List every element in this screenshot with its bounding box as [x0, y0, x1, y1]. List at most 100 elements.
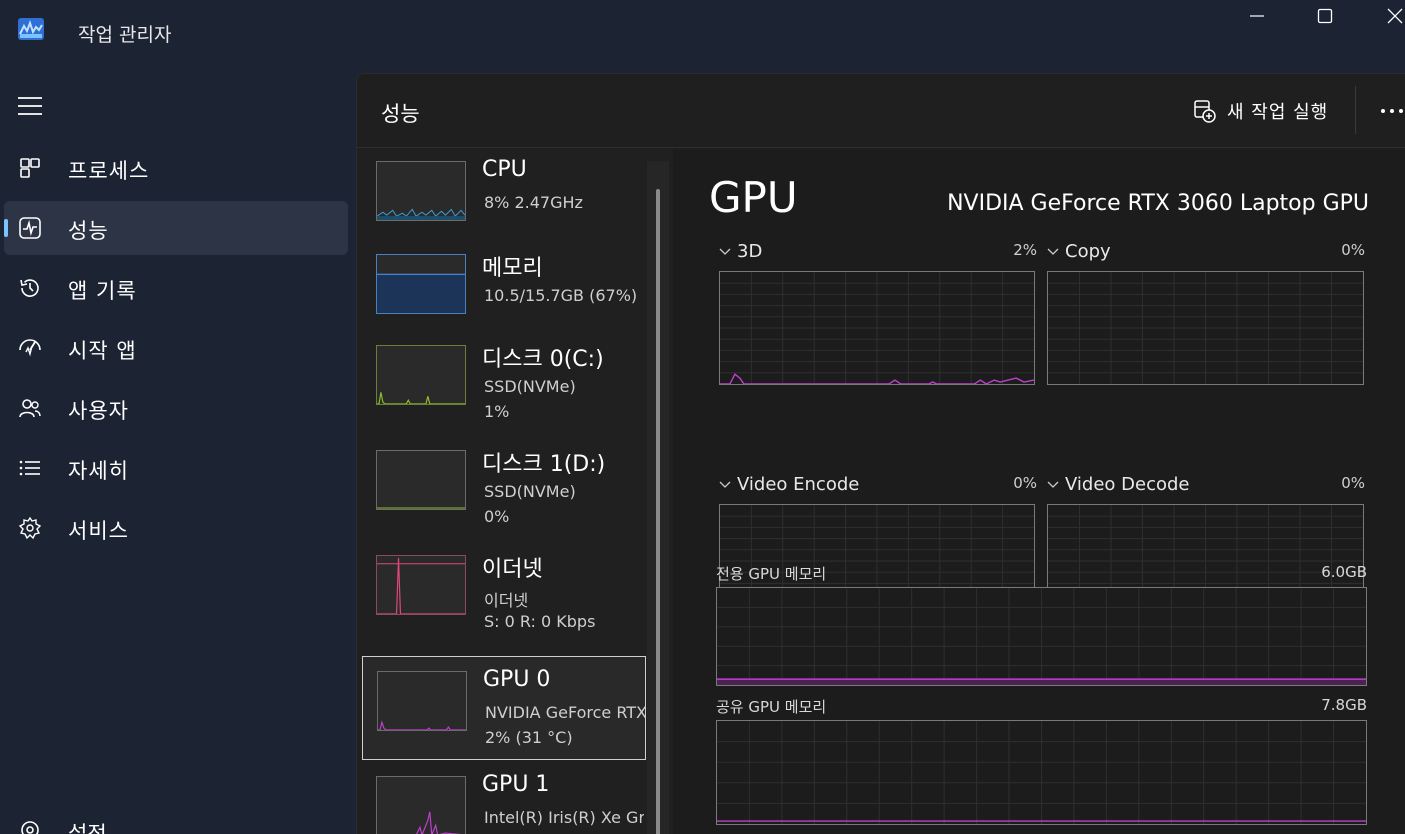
sidebar-item-processes[interactable]: 프로세스: [4, 141, 348, 195]
sidebar-item-label: 자세히: [68, 459, 129, 483]
resource-usage: 2% (31 °C): [485, 728, 573, 747]
engine-label: Video Encode: [737, 474, 860, 495]
settings-gear-icon[interactable]: [18, 818, 42, 834]
close-button[interactable]: [1372, 0, 1405, 32]
sidebar-item-performance[interactable]: 성능: [4, 201, 348, 255]
sidebar-item-details[interactable]: 자세히: [4, 441, 348, 495]
engine-label: Video Decode: [1065, 474, 1190, 495]
resource-subtitle: Intel(R) Iris(R) Xe Graphics: [484, 808, 644, 827]
resource-subtitle: SSD(NVMe): [484, 377, 576, 396]
sidebar-item-label: 성능: [68, 219, 109, 243]
services-icon: [18, 516, 42, 540]
title-bar: 작업 관리자: [0, 0, 1405, 64]
history-icon: [20, 279, 39, 297]
resource-title: 메모리: [482, 256, 543, 281]
resource-title: 디스크 1(D:): [482, 452, 606, 477]
list-scrollbar[interactable]: [647, 161, 669, 834]
chevron-down-icon: [1047, 248, 1059, 255]
resource-list: CPU 8% 2.47GHz 메모리 10.5/15.7GB (67%) 디스크…: [357, 149, 673, 834]
disk0-thumbnail-graph: [376, 345, 466, 405]
engine-selector-3d[interactable]: 3D: [719, 241, 762, 262]
header-bar: 성능 새 작업 실행: [357, 74, 1405, 148]
engine-selector-copy[interactable]: Copy: [1047, 241, 1111, 262]
active-indicator: [4, 219, 8, 237]
engine-value: 0%: [1341, 474, 1365, 492]
startup-icon: [19, 339, 41, 357]
engine-selector-video-decode[interactable]: Video Decode: [1047, 474, 1190, 495]
sidebar-item-label: 프로세스: [68, 159, 150, 183]
resource-item-disk0[interactable]: 디스크 0(C:) SSD(NVMe) 1%: [362, 331, 646, 435]
resource-title: GPU 0: [483, 667, 551, 692]
page-title: 성능: [381, 102, 420, 126]
chevron-down-icon: [1047, 481, 1059, 488]
memory-thumbnail-graph: [376, 254, 466, 314]
scrollbar-thumb[interactable]: [656, 189, 660, 834]
resource-subtitle: SSD(NVMe): [484, 482, 576, 501]
new-task-icon: [1194, 100, 1216, 123]
dedicated-memory-label: 전용 GPU 메모리: [716, 565, 827, 583]
gpu0-thumbnail-graph: [377, 671, 467, 731]
resource-subtitle: 이더넷: [484, 591, 529, 610]
shared-memory-value: 7.8GB: [1321, 696, 1367, 714]
resource-title: 이더넷: [482, 557, 543, 582]
dedicated-memory-value: 6.0GB: [1321, 563, 1367, 581]
engine-value: 0%: [1341, 241, 1365, 259]
resource-item-disk1[interactable]: 디스크 1(D:) SSD(NVMe) 0%: [362, 436, 646, 540]
disk1-thumbnail-graph: [376, 450, 466, 510]
chevron-down-icon: [719, 248, 731, 255]
resource-usage: S: 0 R: 0 Kbps: [484, 612, 596, 631]
users-icon: [19, 399, 41, 418]
more-options-icon[interactable]: [1377, 98, 1405, 124]
sidebar-item-users[interactable]: 사용자: [4, 381, 348, 435]
engine-graph-copy: [1047, 271, 1364, 385]
maximize-button[interactable]: [1302, 0, 1348, 32]
sidebar-item-services[interactable]: 서비스: [4, 501, 348, 555]
window-title: 작업 관리자: [78, 24, 172, 46]
resource-item-gpu0[interactable]: GPU 0 NVIDIA GeForce RTX 3060 Laptop GPU…: [362, 656, 646, 760]
close-icon: [1387, 8, 1403, 24]
run-new-task-button[interactable]: 새 작업 실행: [1193, 96, 1328, 126]
task-manager-icon: [18, 18, 44, 40]
cpu-thumbnail-graph: [376, 161, 466, 221]
resource-subtitle: 10.5/15.7GB (67%): [484, 286, 638, 305]
shared-memory-graph: [716, 720, 1367, 825]
toolbar-divider: [1355, 86, 1356, 134]
processes-icon: [20, 158, 40, 178]
chevron-down-icon: [719, 481, 731, 488]
sidebar-item-label: 앱 기록: [68, 279, 137, 303]
resource-title: CPU: [482, 157, 527, 182]
resource-usage: 1%: [484, 402, 510, 421]
resource-item-cpu[interactable]: CPU 8% 2.47GHz: [362, 149, 646, 251]
gpu1-thumbnail-graph: [376, 776, 466, 834]
dedicated-memory-graph: [716, 587, 1367, 686]
gpu-device-name: NVIDIA GeForce RTX 3060 Laptop GPU: [947, 191, 1369, 216]
engine-graph-3d: [719, 271, 1035, 385]
hamburger-icon[interactable]: [18, 96, 42, 116]
sidebar-item-label: 시작 앱: [68, 339, 137, 363]
sidebar-item-startup[interactable]: 시작 앱: [4, 321, 348, 375]
engine-selector-video-encode[interactable]: Video Encode: [719, 474, 859, 495]
resource-item-memory[interactable]: 메모리 10.5/15.7GB (67%): [362, 240, 646, 344]
engine-label: 3D: [737, 241, 763, 262]
settings-label[interactable]: 설정: [68, 818, 107, 834]
minimize-icon: [1250, 15, 1264, 17]
performance-icon: [19, 217, 41, 239]
details-icon: [19, 460, 40, 476]
run-new-task-label: 새 작업 실행: [1227, 102, 1329, 123]
content-panel: 성능 새 작업 실행 CPU 8% 2.47GHz 메모리 10.5/15.7G…: [356, 73, 1405, 834]
sidebar-item-label: 서비스: [68, 519, 129, 543]
resource-subtitle: 8% 2.47GHz: [484, 193, 583, 212]
detail-title: GPU: [709, 173, 798, 222]
engine-value: 0%: [1013, 474, 1037, 492]
minimize-button[interactable]: [1234, 0, 1280, 32]
sidebar-item-label: 사용자: [68, 399, 129, 423]
gpu-detail-pane: GPU NVIDIA GeForce RTX 3060 Laptop GPU 3…: [673, 149, 1405, 834]
resource-usage: 0%: [484, 507, 510, 526]
resource-item-gpu1[interactable]: GPU 1 Intel(R) Iris(R) Xe Graphics: [362, 762, 646, 834]
ethernet-thumbnail-graph: [376, 555, 466, 615]
engine-value: 2%: [1013, 241, 1037, 259]
sidebar-item-app-history[interactable]: 앱 기록: [4, 261, 348, 315]
resource-item-ethernet[interactable]: 이더넷 이더넷 S: 0 R: 0 Kbps: [362, 541, 646, 645]
engine-label: Copy: [1065, 241, 1111, 262]
shared-memory-label: 공유 GPU 메모리: [716, 698, 827, 716]
